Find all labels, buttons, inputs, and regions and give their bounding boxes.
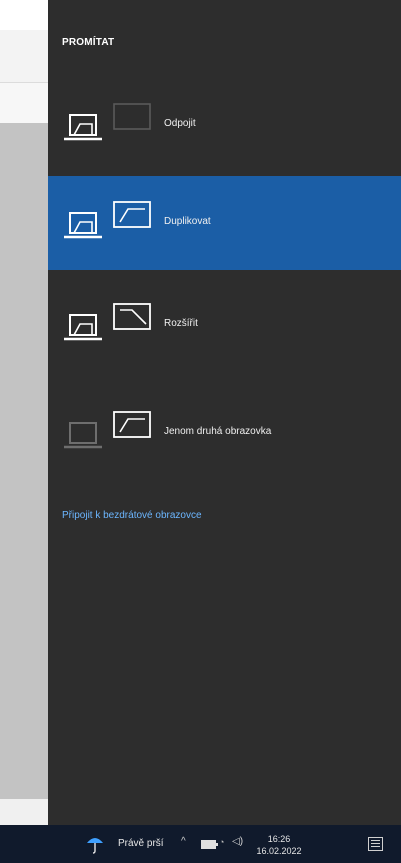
- clock-time: 16:26: [267, 834, 291, 844]
- background-window-row: [0, 83, 48, 123]
- option-extend[interactable]: Rozšířit: [48, 278, 401, 372]
- background-window-footer: [0, 799, 48, 825]
- background-window-header: [0, 0, 48, 30]
- background-window-toolbar: [0, 30, 48, 83]
- notification-center-icon[interactable]: [368, 837, 383, 851]
- flyout-title: PROMÍTAT: [62, 37, 115, 48]
- option-label: Rozšířit: [164, 318, 198, 329]
- duplicate-display-icon: [64, 201, 151, 239]
- network-icon[interactable]: ◔: [219, 837, 224, 847]
- option-label: Jenom druhá obrazovka: [164, 426, 272, 437]
- clock-date: 16.02.2022: [256, 846, 302, 856]
- background-window-content: [0, 123, 48, 799]
- clock[interactable]: 16:26 16.02.2022: [252, 833, 306, 857]
- second-screen-only-icon: [64, 411, 151, 449]
- umbrella-rain-icon[interactable]: [86, 834, 104, 854]
- option-label: Duplikovat: [164, 216, 211, 227]
- background-window: [0, 0, 48, 825]
- connect-wireless-display-link[interactable]: Připojit k bezdrátové obrazovce: [62, 510, 202, 521]
- taskbar: Právě prší ^ ◔ ◁) 16:26 16.02.2022: [0, 825, 401, 863]
- option-second-screen-only[interactable]: Jenom druhá obrazovka: [48, 386, 401, 480]
- pc-screen-only-icon: [64, 103, 151, 141]
- extend-display-icon: [64, 303, 151, 341]
- option-pc-screen-only[interactable]: Odpojit: [48, 78, 401, 172]
- weather-text[interactable]: Právě prší: [118, 838, 164, 849]
- project-flyout: PROMÍTAT Odpojit Duplikovat Rozšířit Jen…: [48, 0, 401, 825]
- volume-icon[interactable]: ◁): [232, 836, 243, 847]
- option-label: Odpojit: [164, 118, 196, 129]
- option-duplicate[interactable]: Duplikovat: [48, 176, 401, 270]
- battery-icon[interactable]: [201, 840, 218, 849]
- show-hidden-icons-chevron-icon[interactable]: ^: [181, 836, 186, 847]
